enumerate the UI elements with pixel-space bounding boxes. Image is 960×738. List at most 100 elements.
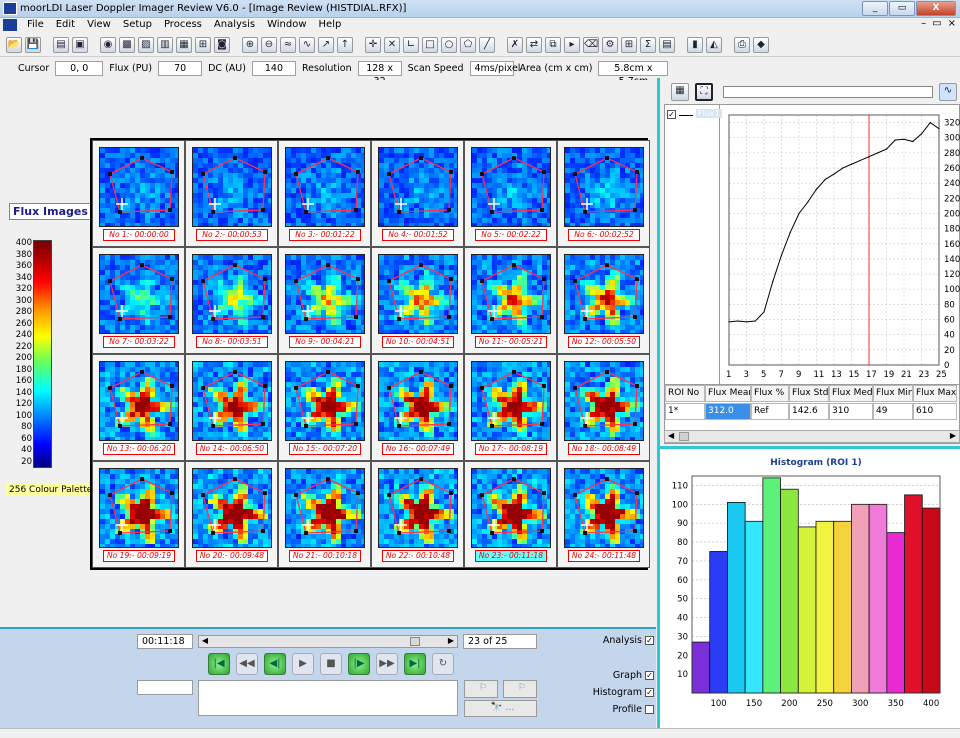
- roi-handle[interactable]: [480, 279, 484, 283]
- flux-image-thumbnail[interactable]: [471, 361, 551, 441]
- roi-handle[interactable]: [447, 422, 451, 426]
- roi-handle[interactable]: [211, 317, 215, 321]
- roi-handle[interactable]: [397, 317, 401, 321]
- roi-handle[interactable]: [118, 210, 122, 214]
- roi-handle[interactable]: [512, 263, 516, 267]
- flux-image-thumbnail[interactable]: [285, 361, 365, 441]
- roi-handle[interactable]: [583, 210, 587, 214]
- roi-handle[interactable]: [354, 422, 358, 426]
- flux-image-cell[interactable]: No 7:- 00:03:22: [92, 247, 185, 354]
- roi-handle[interactable]: [449, 277, 453, 281]
- axis-icon[interactable]: ∟: [403, 36, 419, 53]
- flux-image-cell[interactable]: No 5:- 00:02:22: [464, 140, 557, 247]
- rectangle-icon[interactable]: □: [422, 36, 438, 53]
- image-icon[interactable]: ◙: [214, 36, 230, 53]
- roi-select-icon[interactable]: ▸: [564, 36, 580, 53]
- roi-handle[interactable]: [263, 170, 267, 174]
- roi-handle[interactable]: [304, 210, 308, 214]
- flux-image-cell[interactable]: No 13:- 00:06:20: [92, 354, 185, 461]
- flux-image-thumbnail[interactable]: [99, 147, 179, 227]
- flux-image-cell[interactable]: No 18:- 00:08:49: [557, 354, 650, 461]
- flux-image-thumbnail[interactable]: [564, 361, 644, 441]
- roi-handle[interactable]: [326, 370, 330, 374]
- roi-handle[interactable]: [140, 156, 144, 160]
- roi-handle[interactable]: [261, 208, 265, 212]
- flux-image-thumbnail[interactable]: [192, 254, 272, 334]
- flux-image-thumbnail[interactable]: [192, 147, 272, 227]
- trend-icon[interactable]: ↗: [318, 36, 334, 53]
- roi-handle[interactable]: [573, 172, 577, 176]
- colour-image-icon[interactable]: ▩: [119, 36, 135, 53]
- roi-handle[interactable]: [387, 279, 391, 283]
- roi-handle[interactable]: [480, 386, 484, 390]
- flux-image-cell[interactable]: No 6:- 00:02:52: [557, 140, 650, 247]
- roi-handle[interactable]: [633, 208, 637, 212]
- roi-handle[interactable]: [263, 277, 267, 281]
- roi-handle[interactable]: [118, 317, 122, 321]
- flux-image-cell[interactable]: No 1:- 00:00:00: [92, 140, 185, 247]
- close-button[interactable]: X: [916, 1, 956, 16]
- flux-image-cell[interactable]: No 3:- 00:01:22: [278, 140, 371, 247]
- palette-icon[interactable]: ◉: [100, 36, 116, 53]
- open-icon[interactable]: 📂: [6, 36, 22, 53]
- flux-image-thumbnail[interactable]: [192, 361, 272, 441]
- roi-handle[interactable]: [304, 317, 308, 321]
- flux-image-thumbnail[interactable]: [378, 254, 458, 334]
- roi-handle[interactable]: [633, 422, 637, 426]
- flux-image-cell[interactable]: No 15:- 00:07:20: [278, 354, 371, 461]
- grid-icon[interactable]: ▦: [176, 36, 192, 53]
- flux-image-thumbnail[interactable]: [564, 147, 644, 227]
- area-chart-icon[interactable]: ◭: [706, 36, 722, 53]
- flux-image-cell[interactable]: No 10:- 00:04:51: [371, 247, 464, 354]
- roi-handle[interactable]: [490, 424, 494, 428]
- mdi-minimize-button[interactable]: –: [921, 18, 926, 29]
- wave-icon[interactable]: ≈: [280, 36, 296, 53]
- roi-handle[interactable]: [326, 156, 330, 160]
- roi-handle[interactable]: [419, 156, 423, 160]
- roi-handle[interactable]: [542, 170, 546, 174]
- roi-handle[interactable]: [419, 370, 423, 374]
- stack-icon[interactable]: ▤: [53, 36, 69, 53]
- flux-image-cell[interactable]: No 11:- 00:05:21: [464, 247, 557, 354]
- flux-image-thumbnail[interactable]: [471, 147, 551, 227]
- zoom-out-icon[interactable]: ⊖: [261, 36, 277, 53]
- menu-setup[interactable]: Setup: [117, 19, 158, 31]
- roi-handle[interactable]: [261, 315, 265, 319]
- roi-handle[interactable]: [201, 279, 205, 283]
- flux-image-thumbnail[interactable]: [378, 361, 458, 441]
- menu-file[interactable]: File: [21, 19, 50, 31]
- report-icon[interactable]: ▤: [659, 36, 675, 53]
- mdi-restore-button[interactable]: ▭: [932, 18, 941, 29]
- roi-handle[interactable]: [447, 208, 451, 212]
- menu-analysis[interactable]: Analysis: [208, 19, 261, 31]
- save-icon[interactable]: 💾: [25, 36, 41, 53]
- roi-grid-icon[interactable]: ⊞: [621, 36, 637, 53]
- roi-handle[interactable]: [397, 210, 401, 214]
- roi-handle[interactable]: [294, 386, 298, 390]
- roi-handle[interactable]: [449, 384, 453, 388]
- roi-handle[interactable]: [170, 170, 174, 174]
- photo-icon[interactable]: ▨: [138, 36, 154, 53]
- print-preview-icon[interactable]: ▣: [72, 36, 88, 53]
- document-icon[interactable]: [3, 19, 17, 31]
- menu-help[interactable]: Help: [313, 19, 348, 31]
- flux-image-cell[interactable]: No 2:- 00:00:53: [185, 140, 278, 247]
- roi-handle[interactable]: [419, 263, 423, 267]
- roi-handle[interactable]: [540, 422, 544, 426]
- flux-image-cell[interactable]: No 4:- 00:01:52: [371, 140, 464, 247]
- roi-copy-icon[interactable]: ⧉: [545, 36, 561, 53]
- roi-handle[interactable]: [633, 315, 637, 319]
- roi-handle[interactable]: [294, 172, 298, 176]
- flux-image-cell[interactable]: No 16:- 00:07:49: [371, 354, 464, 461]
- roi-handle[interactable]: [201, 386, 205, 390]
- wave2-icon[interactable]: ∿: [299, 36, 315, 53]
- arrow-icon[interactable]: ↑: [337, 36, 353, 53]
- roi-handle[interactable]: [605, 263, 609, 267]
- roi-handle[interactable]: [542, 384, 546, 388]
- roi-handle[interactable]: [170, 277, 174, 281]
- roi-handle[interactable]: [168, 315, 172, 319]
- flux-image-cell[interactable]: No 17:- 00:08:19: [464, 354, 557, 461]
- roi-handle[interactable]: [201, 172, 205, 176]
- roi-tools-icon[interactable]: ⚙: [602, 36, 618, 53]
- roi-handle[interactable]: [540, 315, 544, 319]
